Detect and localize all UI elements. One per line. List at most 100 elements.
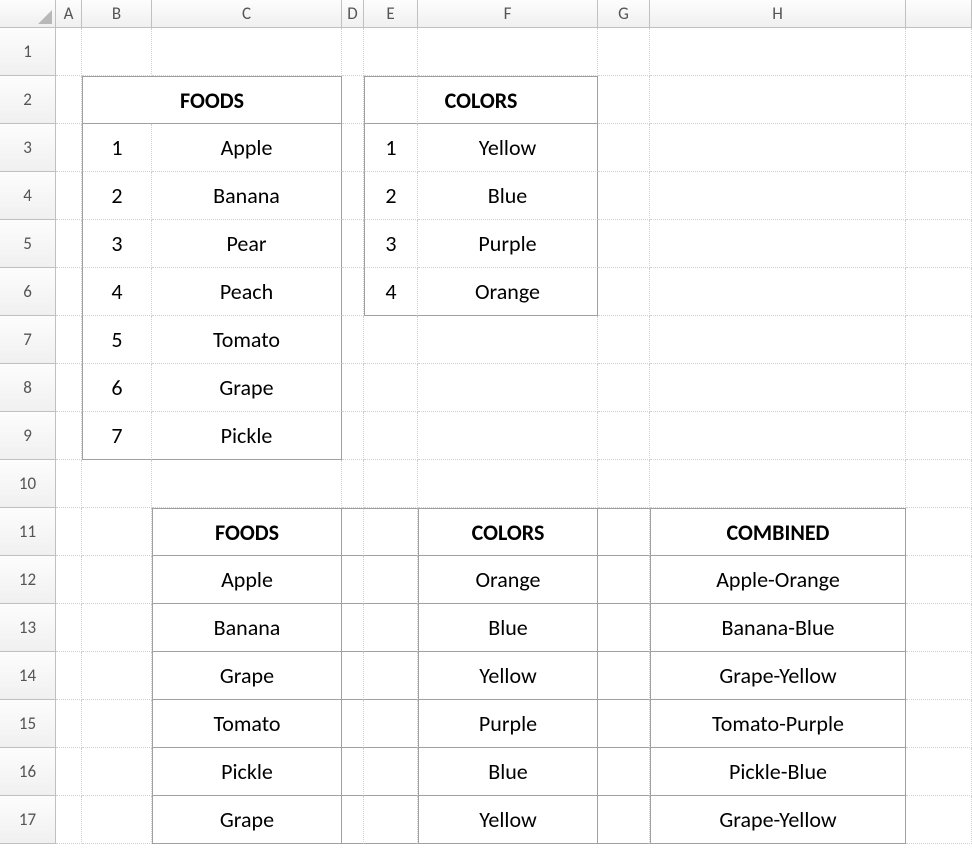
cell-H2[interactable] <box>650 76 906 124</box>
cell-E9[interactable] <box>364 412 418 460</box>
col-header-H[interactable]: H <box>650 0 906 28</box>
cell-A16[interactable] <box>56 748 82 796</box>
cell-pad[interactable] <box>906 28 972 76</box>
combined-gap-d-1[interactable] <box>342 604 364 652</box>
cell-A11[interactable] <box>56 508 82 556</box>
combined-gap-e-0[interactable] <box>364 556 418 604</box>
combined-gap-g-3[interactable] <box>598 700 650 748</box>
cell-pad[interactable] <box>906 748 972 796</box>
cell-C10[interactable] <box>152 460 342 508</box>
row-header-5[interactable]: 5 <box>0 220 56 268</box>
cell-B16[interactable] <box>82 748 152 796</box>
cell-D1[interactable] <box>342 28 364 76</box>
col-header-E[interactable]: E <box>364 0 418 28</box>
cell-pad[interactable] <box>906 700 972 748</box>
row-header-1[interactable]: 1 <box>0 28 56 76</box>
cell-pad[interactable] <box>906 412 972 460</box>
foods-name-4[interactable]: Tomato <box>152 316 342 364</box>
colors-name-1[interactable]: Blue <box>418 172 598 220</box>
cell-E10[interactable] <box>364 460 418 508</box>
cell-pad[interactable] <box>906 508 972 556</box>
combined-gap-e-1[interactable] <box>364 604 418 652</box>
row-header-9[interactable]: 9 <box>0 412 56 460</box>
cell-E7[interactable] <box>364 316 418 364</box>
row-header-17[interactable]: 17 <box>0 796 56 844</box>
combined-foods-header[interactable]: FOODS <box>152 508 342 556</box>
combined-color-5[interactable]: Yellow <box>418 796 598 844</box>
col-header-G[interactable]: G <box>598 0 650 28</box>
cell-F1[interactable] <box>418 28 598 76</box>
cell-pad[interactable] <box>906 796 972 844</box>
row-header-14[interactable]: 14 <box>0 652 56 700</box>
combined-gap-d[interactable] <box>342 508 364 556</box>
cell-F8[interactable] <box>418 364 598 412</box>
cell-G3[interactable] <box>598 124 650 172</box>
combined-color-0[interactable]: Orange <box>418 556 598 604</box>
cell-pad[interactable] <box>906 316 972 364</box>
cell-D10[interactable] <box>342 460 364 508</box>
cell-G5[interactable] <box>598 220 650 268</box>
cell-F9[interactable] <box>418 412 598 460</box>
combined-combo-5[interactable]: Grape-Yellow <box>650 796 906 844</box>
cell-D6[interactable] <box>342 268 364 316</box>
foods-num-3[interactable]: 4 <box>82 268 152 316</box>
cell-F7[interactable] <box>418 316 598 364</box>
cell-A15[interactable] <box>56 700 82 748</box>
cell-B10[interactable] <box>82 460 152 508</box>
colors-num-1[interactable]: 2 <box>364 172 418 220</box>
combined-color-4[interactable]: Blue <box>418 748 598 796</box>
cell-H1[interactable] <box>650 28 906 76</box>
foods-name-6[interactable]: Pickle <box>152 412 342 460</box>
combined-combo-3[interactable]: Tomato-Purple <box>650 700 906 748</box>
cell-G6[interactable] <box>598 268 650 316</box>
combined-food-5[interactable]: Grape <box>152 796 342 844</box>
cell-B15[interactable] <box>82 700 152 748</box>
combined-food-2[interactable]: Grape <box>152 652 342 700</box>
cell-pad[interactable] <box>906 652 972 700</box>
cell-pad[interactable] <box>906 364 972 412</box>
combined-gap-g[interactable] <box>598 508 650 556</box>
cell-H8[interactable] <box>650 364 906 412</box>
cell-B1[interactable] <box>82 28 152 76</box>
row-header-8[interactable]: 8 <box>0 364 56 412</box>
combined-color-1[interactable]: Blue <box>418 604 598 652</box>
cell-B14[interactable] <box>82 652 152 700</box>
row-header-2[interactable]: 2 <box>0 76 56 124</box>
cell-H5[interactable] <box>650 220 906 268</box>
colors-name-3[interactable]: Orange <box>418 268 598 316</box>
foods-num-2[interactable]: 3 <box>82 220 152 268</box>
cell-H9[interactable] <box>650 412 906 460</box>
colors-name-0[interactable]: Yellow <box>418 124 598 172</box>
combined-combo-0[interactable]: Apple-Orange <box>650 556 906 604</box>
cell-H10[interactable] <box>650 460 906 508</box>
cell-A5[interactable] <box>56 220 82 268</box>
colors-num-0[interactable]: 1 <box>364 124 418 172</box>
cell-A3[interactable] <box>56 124 82 172</box>
cell-pad[interactable] <box>906 268 972 316</box>
cell-D9[interactable] <box>342 412 364 460</box>
combined-colors-header[interactable]: COLORS <box>418 508 598 556</box>
combined-combo-header[interactable]: COMBINED <box>650 508 906 556</box>
cell-G4[interactable] <box>598 172 650 220</box>
cell-G1[interactable] <box>598 28 650 76</box>
row-header-6[interactable]: 6 <box>0 268 56 316</box>
col-header-B[interactable]: B <box>82 0 152 28</box>
row-header-15[interactable]: 15 <box>0 700 56 748</box>
grid-body[interactable]: FOODSCOLORS1Apple1Yellow2Banana2Blue3Pea… <box>56 28 972 852</box>
cell-A9[interactable] <box>56 412 82 460</box>
cell-G10[interactable] <box>598 460 650 508</box>
cell-D3[interactable] <box>342 124 364 172</box>
combined-color-3[interactable]: Purple <box>418 700 598 748</box>
cell-D7[interactable] <box>342 316 364 364</box>
colors-num-3[interactable]: 4 <box>364 268 418 316</box>
row-header-16[interactable]: 16 <box>0 748 56 796</box>
combined-combo-4[interactable]: Pickle-Blue <box>650 748 906 796</box>
cell-H4[interactable] <box>650 172 906 220</box>
row-header-11[interactable]: 11 <box>0 508 56 556</box>
cell-A1[interactable] <box>56 28 82 76</box>
combined-combo-1[interactable]: Banana-Blue <box>650 604 906 652</box>
row-header-7[interactable]: 7 <box>0 316 56 364</box>
cell-A8[interactable] <box>56 364 82 412</box>
row-header-4[interactable]: 4 <box>0 172 56 220</box>
foods-num-5[interactable]: 6 <box>82 364 152 412</box>
